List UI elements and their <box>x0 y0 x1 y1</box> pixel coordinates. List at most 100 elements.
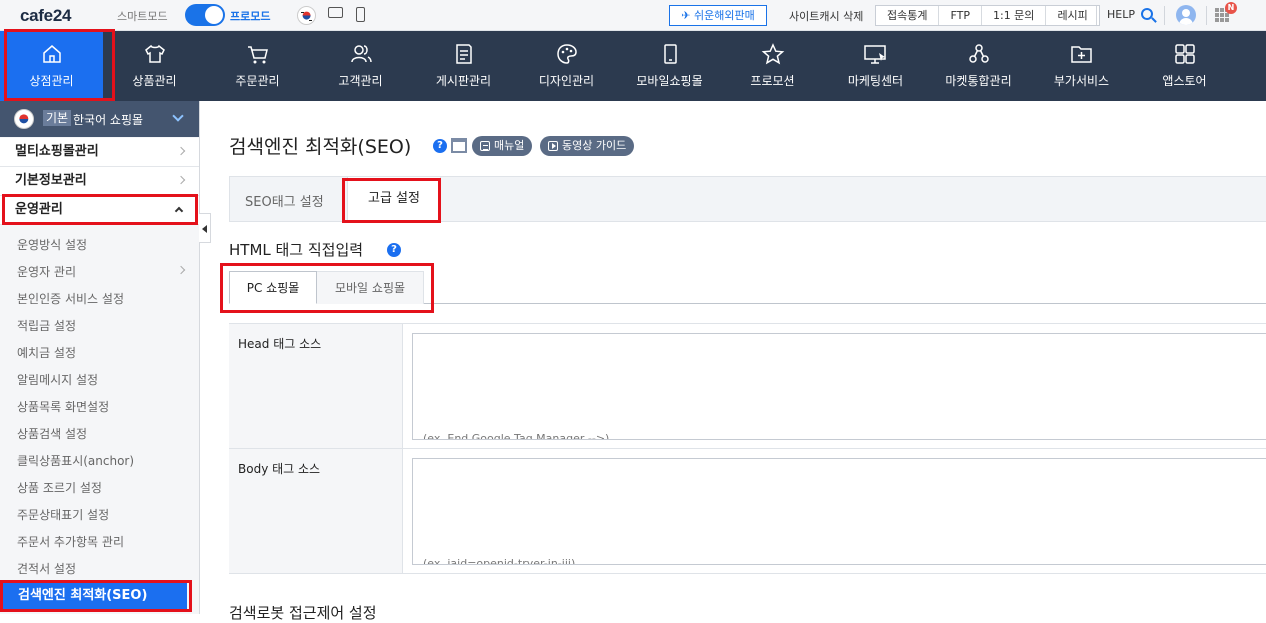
submenu-item[interactable]: 견적서 설정 <box>17 560 76 577</box>
users-icon <box>350 45 372 63</box>
nav-app-store[interactable]: 앱스토어 <box>1133 31 1236 101</box>
help-icon[interactable]: ? <box>387 243 401 257</box>
next-section-title: 검색로봇 접근제어 설정 <box>229 604 377 622</box>
nav-additional-services[interactable]: 부가서비스 <box>1030 31 1133 101</box>
manual-button[interactable]: 매뉴얼 <box>472 136 533 156</box>
nav-label: 부가서비스 <box>1053 74 1110 88</box>
video-label: 동영상 가이드 <box>562 139 627 152</box>
body-tag-label: Body 태그 소스 <box>229 449 403 573</box>
submenu-item[interactable]: 상품목록 화면설정 <box>17 398 109 415</box>
korea-flag-icon[interactable] <box>297 6 316 25</box>
notification-badge: N <box>1225 2 1237 14</box>
menu-label: 운영관리 <box>15 202 63 217</box>
nav-promotion[interactable]: 프로모션 <box>721 31 824 101</box>
submenu-item[interactable]: 클릭상품표시(anchor) <box>17 452 134 469</box>
document-icon <box>480 141 490 151</box>
top-bar: cafe24 스마트모드 프로모드 ✈ 쉬운해외판매 사이트캐시 삭제 접속통계… <box>0 0 1266 31</box>
nav-label: 게시판관리 <box>435 74 492 88</box>
submenu-item[interactable]: 예치금 설정 <box>17 344 76 361</box>
submenu-item[interactable]: 주문상태표기 설정 <box>17 506 109 523</box>
chevron-down-icon <box>172 110 184 122</box>
help-link[interactable]: HELP <box>1107 8 1135 21</box>
stats-link[interactable]: 접속통계 <box>876 6 940 25</box>
chevron-up-icon <box>174 206 184 216</box>
desktop-icon[interactable] <box>328 7 343 18</box>
nav-label: 디자인관리 <box>538 74 595 88</box>
avatar[interactable] <box>1176 5 1196 25</box>
subtab-mobile-mall[interactable]: 모바일 쇼핑몰 <box>317 271 424 304</box>
body-tag-text: (ex. iaid=openid-tryer-in-iii) <box>423 557 576 565</box>
mode-toggle[interactable] <box>185 4 225 26</box>
head-tag-textarea[interactable]: (ex. End Google Tag Manager -->) <box>412 333 1266 440</box>
page-title: 검색엔진 최적화(SEO) <box>229 136 412 158</box>
menu-label: 멀티쇼핑몰관리 <box>15 144 99 159</box>
board-icon <box>455 44 472 64</box>
inquiry-link[interactable]: 1:1 문의 <box>982 6 1047 25</box>
cache-delete-link[interactable]: 사이트캐시 삭제 <box>789 8 863 24</box>
recipe-link[interactable]: 레시피 <box>1046 6 1098 25</box>
top-links: 접속통계 FTP 1:1 문의 레시피 <box>875 5 1100 26</box>
main-nav: 상점관리 상품관리 주문관리 고객관리 게시판관리 디자인관리 모바일쇼핑몰 프… <box>0 31 1266 101</box>
divider <box>1096 6 1097 25</box>
menu-basic-info[interactable]: 기본정보관리 <box>0 167 199 196</box>
monitor-icon <box>863 45 886 64</box>
nav-order-management[interactable]: 주문관리 <box>206 31 309 101</box>
menu-operations[interactable]: 운영관리 <box>0 196 199 225</box>
submenu-item[interactable]: 운영자 관리 <box>17 263 76 280</box>
submenu-item[interactable]: 적립금 설정 <box>17 317 76 334</box>
search-icon[interactable] <box>1141 8 1153 20</box>
submenu-item[interactable]: 상품검색 설정 <box>17 425 87 442</box>
sidebar-collapse-button[interactable] <box>199 213 211 243</box>
nav-market-integration[interactable]: 마켓통합관리 <box>927 31 1030 101</box>
nav-label: 마켓통합관리 <box>945 74 1012 88</box>
submenu-item[interactable]: 본인인증 서비스 설정 <box>17 290 124 307</box>
cafe24-logo[interactable]: cafe24 <box>20 6 71 26</box>
body-tag-textarea[interactable]: (ex. iaid=openid-tryer-in-iii) <box>412 458 1266 565</box>
nav-mobile-mall[interactable]: 모바일쇼핑몰 <box>618 31 721 101</box>
submenu-item[interactable]: 상품 조르기 설정 <box>17 479 102 496</box>
submenu-item[interactable]: 알림메시지 설정 <box>17 371 98 388</box>
nav-label: 모바일쇼핑몰 <box>636 74 703 88</box>
nav-marketing-center[interactable]: 마케팅센터 <box>824 31 927 101</box>
divider <box>1164 6 1165 25</box>
ftp-link[interactable]: FTP <box>939 6 982 25</box>
subtab-bar: PC 쇼핑몰 모바일 쇼핑몰 <box>229 271 1266 304</box>
menu-multi-mall[interactable]: 멀티쇼핑몰관리 <box>0 138 199 167</box>
store-icon[interactable] <box>451 138 467 153</box>
help-icon[interactable]: ? <box>433 139 447 153</box>
shop-selector[interactable]: 기본 한국어 쇼핑몰 <box>0 101 199 137</box>
video-guide-button[interactable]: 동영상 가이드 <box>540 136 635 156</box>
nav-store-management[interactable]: 상점관리 <box>0 31 103 101</box>
submenu-item[interactable]: 주문서 추가항목 관리 <box>17 533 124 550</box>
nav-label: 마케팅센터 <box>847 74 904 88</box>
star-icon <box>761 43 784 65</box>
nav-product-management[interactable]: 상품관리 <box>103 31 206 101</box>
nav-label: 주문관리 <box>235 74 280 88</box>
cart-icon <box>247 46 268 64</box>
network-icon <box>968 44 989 63</box>
tab-advanced-settings[interactable]: 고급 설정 <box>347 177 441 222</box>
head-tag-row: Head 태그 소스 (ex. End Google Tag Manager -… <box>229 324 1266 449</box>
mobile-device-icon[interactable] <box>356 7 365 22</box>
nav-design-management[interactable]: 디자인관리 <box>515 31 618 101</box>
submenu-item-seo[interactable]: 검색엔진 최적화(SEO) <box>3 582 187 610</box>
body-tag-row: Body 태그 소스 (ex. iaid=openid-tryer-in-iii… <box>229 449 1266 573</box>
submenu-item[interactable]: 운영방식 설정 <box>17 236 87 253</box>
sidebar: 기본 한국어 쇼핑몰 멀티쇼핑몰관리 기본정보관리 운영관리 운영방식 설정 운… <box>0 101 200 614</box>
subtab-pc-mall[interactable]: PC 쇼핑몰 <box>229 271 317 304</box>
nav-board-management[interactable]: 게시판관리 <box>412 31 515 101</box>
chevron-right-icon <box>176 175 186 185</box>
nav-label: 상점관리 <box>29 74 74 88</box>
shop-name: 한국어 쇼핑몰 <box>73 113 144 127</box>
manual-label: 매뉴얼 <box>494 139 525 152</box>
pro-mode-label: 프로모드 <box>230 10 271 23</box>
nav-label: 고객관리 <box>338 74 383 88</box>
shop-badge: 기본 <box>43 110 72 126</box>
shirt-icon <box>144 44 165 63</box>
nav-customer-management[interactable]: 고객관리 <box>309 31 412 101</box>
tab-seo-tags[interactable]: SEO태그 설정 <box>245 191 324 210</box>
head-tag-label: Head 태그 소스 <box>229 324 403 448</box>
easy-overseas-button[interactable]: ✈ 쉬운해외판매 <box>669 5 767 26</box>
tab-bar: SEO태그 설정 고급 설정 <box>229 176 1266 222</box>
head-tag-text: (ex. End Google Tag Manager -->) <box>423 432 610 440</box>
